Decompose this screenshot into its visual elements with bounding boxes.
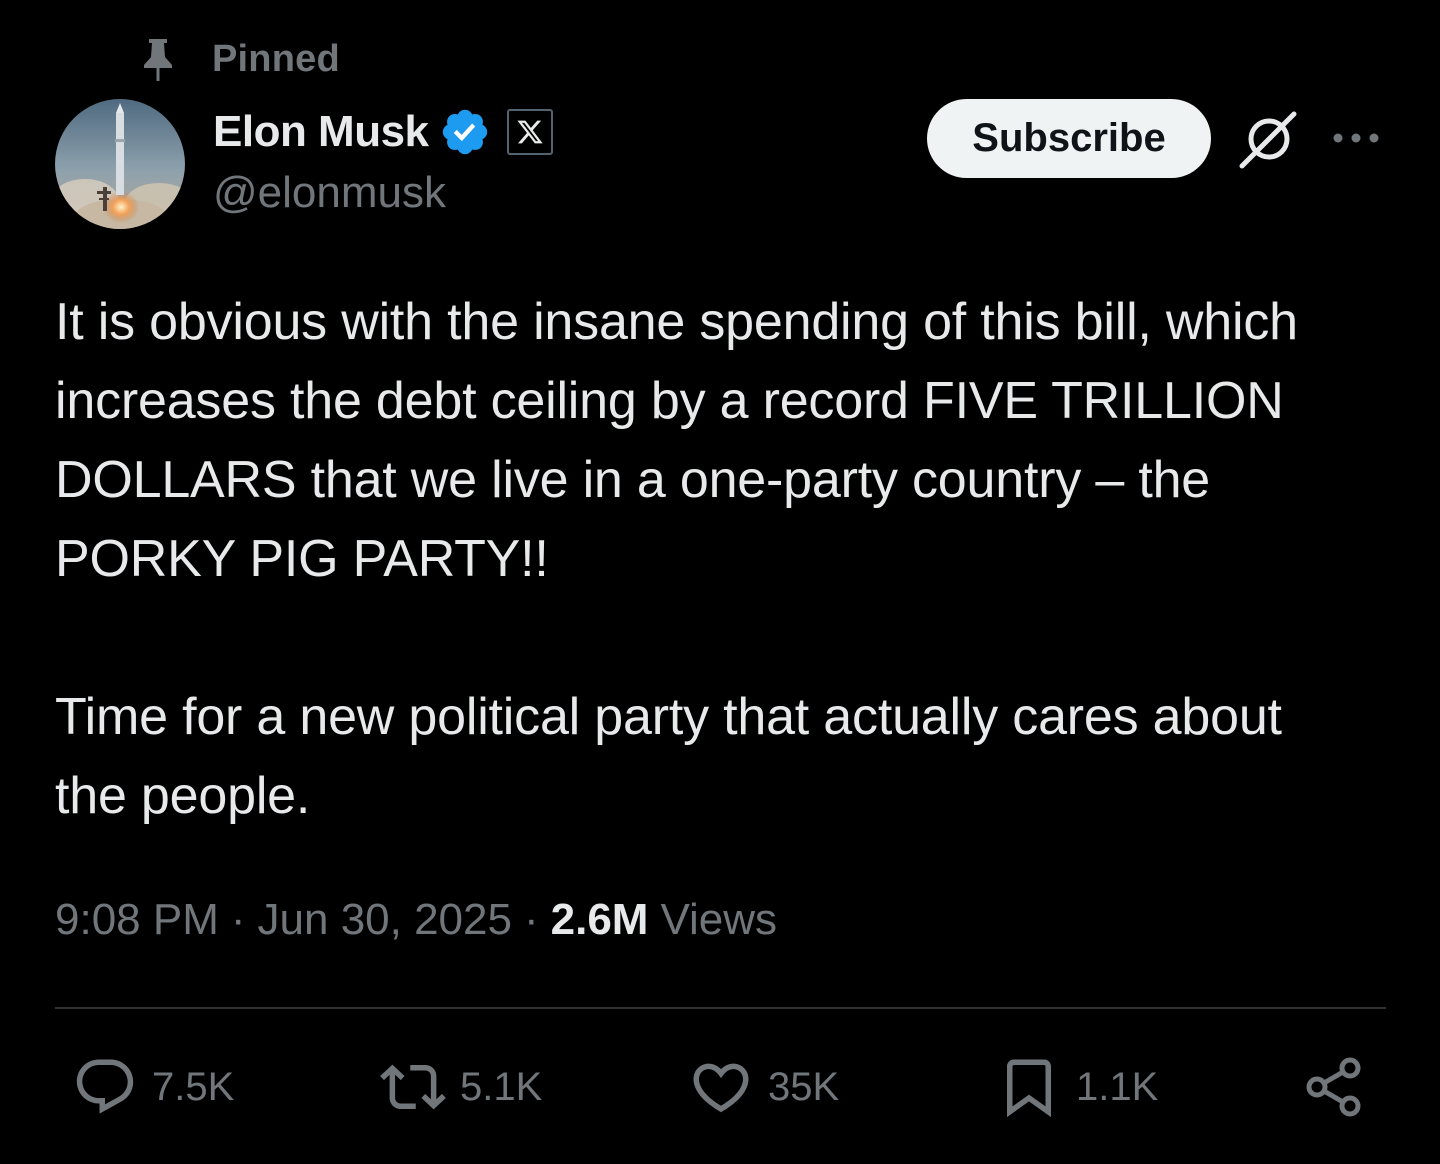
bookmark-count: 1.1K (1076, 1064, 1159, 1109)
share-button[interactable] (1302, 1052, 1368, 1122)
more-icon[interactable] (1330, 120, 1382, 156)
share-icon (1306, 1057, 1361, 1117)
pinned-label: Pinned (212, 37, 340, 80)
rocket-launch-avatar (55, 99, 185, 229)
like-button[interactable]: 35K (688, 1052, 839, 1122)
pinned-indicator: Pinned (138, 34, 340, 84)
repost-icon (380, 1064, 446, 1110)
x-logo-glyph (516, 120, 543, 144)
bookmark-icon (1007, 1059, 1051, 1118)
avatar[interactable] (55, 99, 185, 229)
tweet-text: It is obvious with the insane spending o… (55, 293, 1298, 825)
author-name-row: Elon Musk (213, 104, 553, 160)
views-count[interactable]: 2.6M (551, 895, 649, 945)
like-count: 35K (768, 1064, 840, 1109)
tweet-meta: 9:08 PM · Jun 30, 2025 · 2.6M Views (55, 890, 777, 950)
author-display-name[interactable]: Elon Musk (213, 107, 429, 157)
pin-icon (144, 39, 172, 81)
subscribe-button[interactable]: Subscribe (927, 99, 1211, 178)
x-logo-icon[interactable] (506, 109, 553, 155)
tweet-time[interactable]: 9:08 PM (55, 895, 219, 945)
meta-separator: · (230, 895, 246, 944)
repost-count: 5.1K (460, 1064, 543, 1109)
grok-icon[interactable] (1236, 106, 1302, 172)
bookmark-button[interactable]: 1.1K (996, 1052, 1158, 1122)
like-icon (693, 1063, 749, 1113)
divider (55, 1007, 1386, 1009)
meta-separator: · (523, 895, 539, 944)
reply-button[interactable]: 7.5K (72, 1052, 234, 1122)
verified-badge-icon[interactable] (439, 106, 491, 158)
reply-count: 7.5K (152, 1064, 235, 1109)
author-handle[interactable]: @elonmusk (213, 168, 446, 218)
reply-icon (76, 1059, 134, 1114)
tweet-date[interactable]: Jun 30, 2025 (258, 895, 512, 945)
views-label[interactable]: Views (660, 895, 777, 945)
repost-button[interactable]: 5.1K (380, 1052, 542, 1122)
